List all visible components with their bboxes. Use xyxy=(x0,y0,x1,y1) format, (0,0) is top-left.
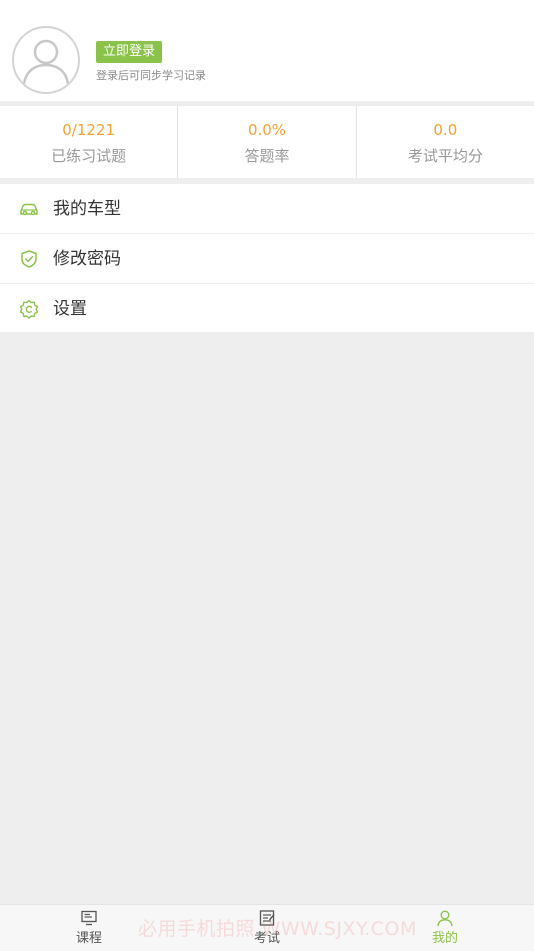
user-avatar-icon xyxy=(22,39,70,85)
tab-label: 考试 xyxy=(253,931,280,946)
gear-icon xyxy=(19,299,39,319)
stat-label: 答题率 xyxy=(244,147,290,165)
stat-exam-average: 0.0 考试平均分 xyxy=(355,106,534,178)
menu-item-label: 设置 xyxy=(53,299,87,319)
shield-check-icon xyxy=(21,250,37,268)
user-icon xyxy=(437,910,453,927)
tab-mine[interactable]: 我的 xyxy=(356,905,534,951)
stat-label: 考试平均分 xyxy=(407,147,483,165)
stat-value: 0.0% xyxy=(247,121,287,139)
avatar[interactable] xyxy=(12,26,80,94)
bottom-tab-bar: 课程 考试 我的 xyxy=(0,904,534,951)
stat-value: 0/1221 xyxy=(62,121,116,139)
menu-item-change-password[interactable]: 修改密码 xyxy=(0,234,534,284)
login-hint: 登录后可同步学习记录 xyxy=(96,69,206,82)
tab-course[interactable]: 课程 xyxy=(0,905,178,951)
login-button[interactable]: 立即登录 xyxy=(96,41,163,63)
stats-panel: 0/1221 已练习试题 0.0% 答题率 0.0 考试平均分 xyxy=(0,106,534,178)
exam-icon xyxy=(259,910,275,926)
tab-label: 课程 xyxy=(75,931,102,946)
stat-answer-rate: 0.0% 答题率 xyxy=(177,106,355,178)
stat-label: 已练习试题 xyxy=(51,147,127,165)
stat-value: 0.0 xyxy=(433,121,458,139)
profile-header: 立即登录 登录后可同步学习记录 xyxy=(0,0,534,101)
tab-label: 我的 xyxy=(431,931,458,946)
menu-item-my-car[interactable]: 我的车型 xyxy=(0,184,534,234)
tab-exam[interactable]: 考试 xyxy=(178,905,356,951)
course-icon xyxy=(81,910,97,926)
stat-practiced: 0/1221 已练习试题 xyxy=(0,106,177,178)
menu-item-settings[interactable]: 设置 xyxy=(0,284,534,332)
menu-item-label: 我的车型 xyxy=(53,199,121,219)
menu-item-label: 修改密码 xyxy=(53,249,121,269)
settings-menu: 我的车型 修改密码 设置 xyxy=(0,184,534,332)
car-icon xyxy=(20,203,38,216)
